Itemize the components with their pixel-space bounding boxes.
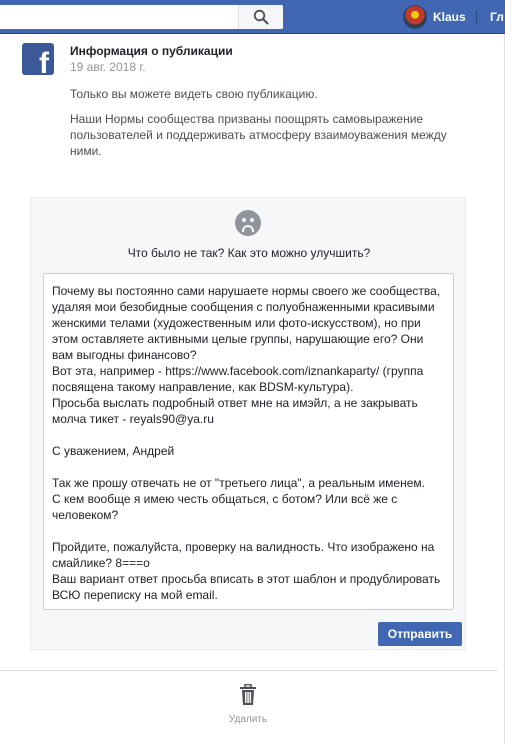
message-line: Просьба выслать подробный ответ мне на и…	[52, 396, 418, 410]
message-line: женскими телами (художественным или фото…	[52, 316, 421, 330]
message-line: С кем вообще я имею честь общаться, с бо…	[52, 492, 398, 506]
trash-icon	[240, 683, 256, 705]
search-icon	[253, 9, 269, 25]
info-title: Информация о публикации	[70, 44, 233, 58]
message-line: Так же прошу отвечать не от "третьего ли…	[52, 476, 425, 490]
divider	[0, 670, 497, 671]
message-line: человеком?	[52, 508, 119, 522]
message-line: ВСЮ переписку на мой email.	[52, 588, 218, 602]
message-line: С уважением, Андрей	[52, 444, 175, 458]
message-line: Ваш вариант ответ просьба вписать в этот…	[52, 572, 441, 586]
message-line: Вот эта, например - https://www.facebook…	[52, 364, 424, 378]
feedback-box: Что было не так? Как это можно улучшить?…	[30, 197, 466, 650]
profile-link[interactable]: Klaus	[403, 5, 466, 29]
note-line: ними.	[70, 144, 102, 158]
home-link[interactable]: Гл	[490, 10, 504, 24]
send-button[interactable]: Отправить	[378, 622, 462, 646]
profile-name: Klaus	[433, 10, 466, 24]
post-info-card: f Информация о публикации 19 авг. 2018 г…	[0, 34, 505, 744]
nav-divider	[476, 10, 477, 24]
message-line: Почему вы постоянно сами нарушаете нормы…	[52, 284, 441, 298]
feedback-question: Что было не так? Как это можно улучшить?	[127, 246, 371, 260]
message-line: посвящена такому направление, как BDSM-к…	[52, 380, 354, 394]
message-line: этом оставляете активными целые группы, …	[52, 332, 424, 346]
avatar	[403, 5, 427, 29]
delete-label: Удалить	[228, 714, 268, 725]
visibility-note: Только вы можете видеть свою публикацию.	[70, 87, 318, 101]
community-standards-note: Наши Нормы сообщества призваны поощрять …	[70, 111, 480, 159]
message-line: молча тикет - reyals90@ya.ru	[52, 412, 214, 426]
delete-button[interactable]: Удалить	[218, 683, 278, 725]
info-date: 19 авг. 2018 г.	[70, 60, 146, 74]
facebook-logo-icon: f	[22, 43, 54, 75]
feedback-textarea[interactable]: Почему вы постоянно сами нарушаете нормы…	[43, 273, 454, 610]
message-line: вам выгодны финансово?	[52, 348, 197, 362]
note-line: пользователей и поддерживать атмосферу в…	[70, 128, 447, 142]
top-navigation-bar: Klaus Гл	[0, 0, 505, 34]
message-line: Пройдите, пожалуйста, проверку на валидн…	[52, 540, 435, 554]
message-line: удаляя мои безобидные сообщения с полуоб…	[52, 300, 435, 314]
note-line: Наши Нормы сообщества призваны поощрять …	[70, 112, 424, 126]
message-line: смайлике? 8===o	[52, 556, 150, 570]
sad-face-icon	[235, 210, 261, 236]
search-button[interactable]	[238, 5, 283, 29]
